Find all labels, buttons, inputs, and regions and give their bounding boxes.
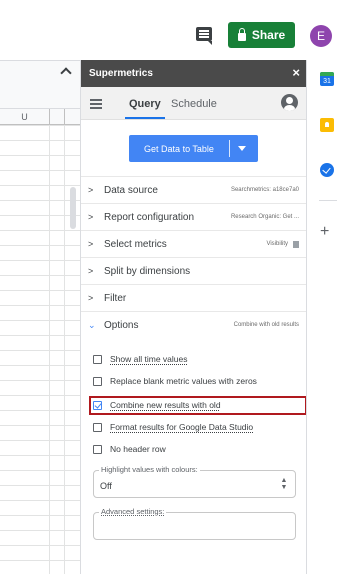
tab-query[interactable]: Query (129, 98, 161, 110)
calendar-day: 31 (323, 78, 331, 85)
plus-icon[interactable]: + (320, 224, 329, 240)
sheet-toolbar (0, 61, 80, 109)
chevron-right-icon: > (88, 266, 94, 276)
addon-rail: 31 + (307, 60, 355, 574)
top-bar: Share E (0, 0, 355, 60)
chevron-down-icon: ⌄ (88, 319, 96, 330)
advanced-settings-field[interactable]: Advanced settings: (93, 507, 296, 540)
option-no-header-row[interactable]: No header row (93, 442, 166, 456)
checkbox[interactable] (93, 354, 102, 364)
checkbox[interactable] (93, 376, 102, 386)
column-header-v[interactable] (50, 109, 65, 125)
get-data-label: Get Data to Table (144, 143, 214, 154)
option-label: Show all time values (110, 354, 188, 364)
caret-down-icon[interactable] (238, 146, 246, 151)
column-header-u[interactable]: U (0, 109, 50, 125)
section-summary: Searchmetrics: a18ce7a0 (230, 187, 299, 193)
section-label: Select metrics (104, 238, 167, 250)
panel-header: Supermetrics × (81, 60, 306, 87)
chevron-right-icon: > (88, 239, 94, 249)
avatar[interactable]: E (310, 25, 332, 47)
option-label: No header row (110, 444, 166, 454)
calendar-icon[interactable]: 31 (320, 72, 334, 86)
option-label: Format results for Google Data Studio (110, 422, 254, 432)
section-report-configuration[interactable]: > Report configuration Research Organic:… (81, 203, 306, 230)
account-icon[interactable] (281, 94, 298, 111)
panel-title: Supermetrics (89, 68, 153, 79)
section-select-metrics[interactable]: > Select metrics Visibility (81, 230, 306, 257)
section-label: Split by dimensions (104, 265, 191, 277)
panel-tabbar: Query Schedule (81, 87, 306, 120)
section-label: Data source (104, 184, 158, 196)
active-tab-indicator (125, 117, 165, 119)
section-summary: Visibility (266, 241, 288, 247)
tab-schedule[interactable]: Schedule (171, 98, 217, 110)
option-label: Replace blank metric values with zeros (110, 376, 257, 386)
trash-icon[interactable] (293, 241, 299, 248)
share-button[interactable]: Share (228, 22, 295, 48)
menu-icon[interactable] (90, 99, 102, 101)
spreadsheet-area: U (0, 60, 80, 574)
section-filter[interactable]: > Filter (81, 284, 306, 311)
tasks-icon[interactable] (320, 163, 334, 177)
chevron-up-icon[interactable] (60, 67, 72, 79)
highlight-colours-select[interactable]: Highlight values with colours: Off ▲ ▼ (93, 465, 296, 498)
app-root: Share E U Supermetrics × Query Schedule … (0, 0, 355, 574)
options-body: Show all time values Replace blank metri… (81, 346, 306, 574)
rail-divider (319, 200, 337, 201)
option-show-all-time-values[interactable]: Show all time values (93, 352, 187, 366)
section-label: Report configuration (104, 211, 195, 223)
checkbox[interactable] (93, 422, 102, 432)
chevron-right-icon: > (88, 212, 94, 222)
column-header-row: U (0, 109, 80, 125)
section-summary: Research Organic: Get ... (230, 214, 299, 220)
supermetrics-panel: Supermetrics × Query Schedule Get Data t… (80, 60, 307, 574)
get-data-button[interactable]: Get Data to Table (129, 135, 258, 162)
chevron-right-icon: > (88, 185, 94, 195)
field-legend: Advanced settings: (99, 507, 167, 516)
keep-icon[interactable] (320, 118, 334, 132)
lock-icon (237, 27, 246, 41)
field-legend: Highlight values with colours: (99, 465, 200, 474)
section-label: Filter (104, 292, 127, 304)
option-format-data-studio[interactable]: Format results for Google Data Studio (93, 420, 253, 434)
up-down-icon: ▲ ▼ (280, 477, 288, 491)
section-options[interactable]: ⌄ Options Combine with old results (81, 311, 306, 338)
checkbox[interactable] (93, 444, 102, 454)
scrollbar-thumb[interactable] (70, 187, 76, 229)
close-icon[interactable]: × (292, 66, 300, 80)
checkbox-checked[interactable] (93, 400, 102, 410)
section-label: Options (104, 319, 139, 331)
section-data-source[interactable]: > Data source Searchmetrics: a18ce7a0 (81, 176, 306, 203)
button-divider (229, 140, 230, 157)
option-label: Combine new results with old (110, 400, 221, 410)
section-split-by-dimensions[interactable]: > Split by dimensions (81, 257, 306, 284)
comment-icon[interactable] (196, 27, 212, 45)
chevron-right-icon: > (88, 293, 94, 303)
section-summary: Combine with old results (233, 322, 299, 328)
field-value: Off (100, 481, 112, 491)
option-replace-blank-values[interactable]: Replace blank metric values with zeros (93, 374, 257, 388)
share-label: Share (251, 28, 286, 42)
option-combine-new-results[interactable]: Combine new results with old (93, 398, 221, 412)
cell-grid[interactable] (0, 125, 80, 574)
